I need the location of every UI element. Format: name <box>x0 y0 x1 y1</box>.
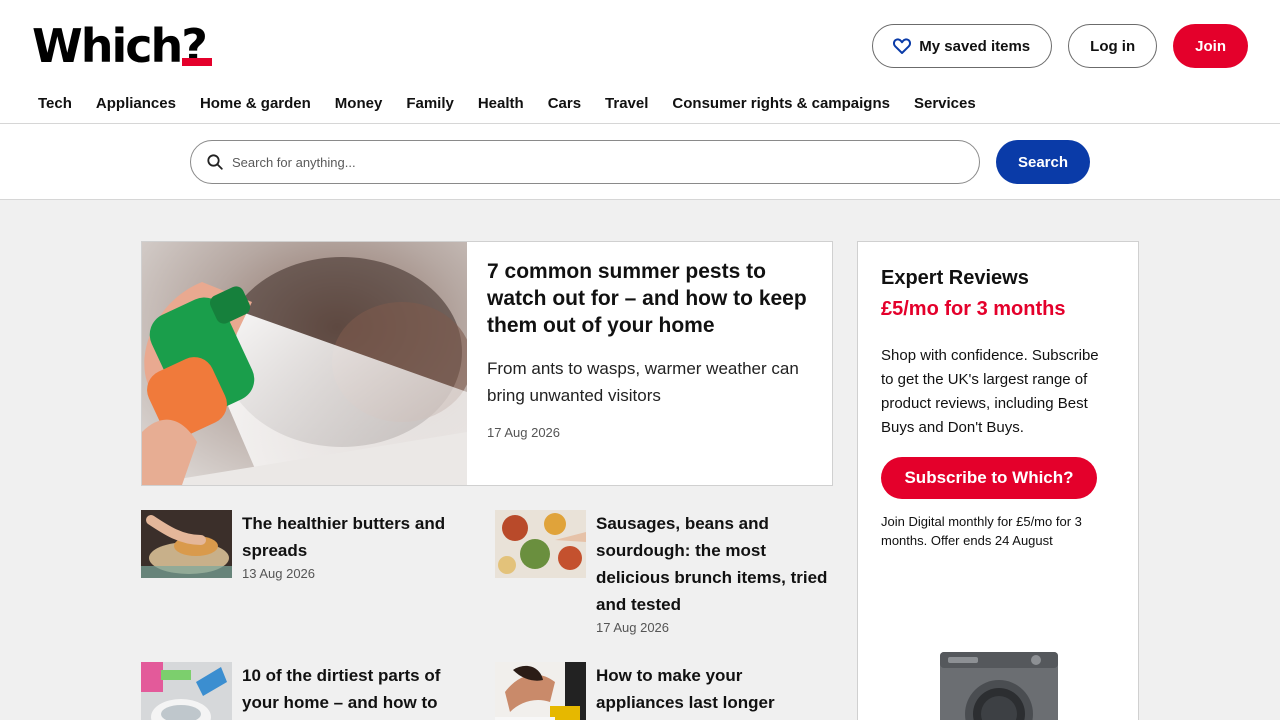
article-card[interactable]: Sausages, beans and sourdough: the most … <box>495 510 833 635</box>
nav-item-appliances[interactable]: Appliances <box>84 95 188 112</box>
article-card[interactable]: The healthier butters and spreads 13 Aug… <box>141 510 471 581</box>
article-thumbnail <box>141 662 232 720</box>
featured-date: 17 Aug 2026 <box>487 425 561 440</box>
saved-items-label: My saved items <box>919 37 1031 55</box>
nav-item-cars[interactable]: Cars <box>536 95 593 112</box>
nav-divider <box>0 123 1280 124</box>
article-date: 17 Aug 2026 <box>596 620 670 635</box>
article-body: Sausages, beans and sourdough: the most … <box>596 510 833 635</box>
nav-item-tech[interactable]: Tech <box>26 95 84 112</box>
login-button[interactable]: Log in <box>1068 24 1158 68</box>
promo-price: £5/mo for 3 months <box>881 298 1066 320</box>
washing-machine-image <box>938 652 1060 720</box>
promo-title: Expert Reviews <box>881 267 1029 289</box>
article-thumbnail <box>495 662 586 720</box>
nav-item-family[interactable]: Family <box>394 95 466 112</box>
nav-item-home-garden[interactable]: Home & garden <box>188 95 323 112</box>
subscribe-button[interactable]: Subscribe to Which? <box>881 457 1097 499</box>
join-button[interactable]: Join <box>1173 24 1248 68</box>
featured-body: 7 common summer pests to watch out for –… <box>467 242 832 485</box>
nav-item-travel[interactable]: Travel <box>593 95 660 112</box>
article-title[interactable]: How to make your appliances last longer <box>596 662 833 716</box>
featured-article[interactable]: 7 common summer pests to watch out for –… <box>141 241 833 486</box>
header-actions: My saved items Log in Join <box>872 24 1248 68</box>
featured-subtitle: From ants to wasps, warmer weather can b… <box>487 359 799 405</box>
search-input[interactable] <box>232 154 932 170</box>
main-nav: Tech Appliances Home & garden Money Fami… <box>26 88 988 118</box>
article-card[interactable]: 10 of the dirtiest parts of your home – … <box>141 662 471 720</box>
join-label: Join <box>1195 37 1226 55</box>
search-icon <box>207 154 223 170</box>
heart-icon <box>893 38 912 54</box>
nav-item-consumer-rights[interactable]: Consumer rights & campaigns <box>660 95 902 112</box>
login-label: Log in <box>1090 37 1136 55</box>
article-title[interactable]: 10 of the dirtiest parts of your home – … <box>242 662 471 716</box>
article-title[interactable]: The healthier butters and spreads <box>242 510 471 564</box>
subscription-promo: Expert Reviews £5/mo for 3 months Shop w… <box>857 241 1139 720</box>
search-button[interactable]: Search <box>996 140 1090 184</box>
featured-image <box>142 242 467 485</box>
promo-description: Shop with confidence. Subscribe to get t… <box>881 347 1099 436</box>
nav-item-services[interactable]: Services <box>902 95 988 112</box>
featured-title[interactable]: 7 common summer pests to watch out for –… <box>487 258 812 339</box>
article-card[interactable]: How to make your appliances last longer <box>495 662 833 720</box>
article-thumbnail <box>141 510 232 578</box>
article-body: 10 of the dirtiest parts of your home – … <box>242 662 471 720</box>
nav-item-health[interactable]: Health <box>466 95 536 112</box>
nav-item-money[interactable]: Money <box>323 95 395 112</box>
article-title[interactable]: Sausages, beans and sourdough: the most … <box>596 510 833 618</box>
which-logo[interactable]: Which? <box>32 19 212 73</box>
article-thumbnail <box>495 510 586 578</box>
site-header: Which? My saved items Log in Join Tech A… <box>0 0 1280 200</box>
article-body: The healthier butters and spreads 13 Aug… <box>242 510 471 581</box>
promo-small-print: Join Digital monthly for £5/mo for 3 mon… <box>881 514 1082 548</box>
search-box[interactable] <box>190 140 980 184</box>
logo-text: Which? <box>32 19 208 73</box>
article-body: How to make your appliances last longer <box>596 662 833 720</box>
logo-accent <box>182 58 212 66</box>
article-date: 13 Aug 2026 <box>242 566 316 581</box>
saved-items-button[interactable]: My saved items <box>872 24 1053 68</box>
